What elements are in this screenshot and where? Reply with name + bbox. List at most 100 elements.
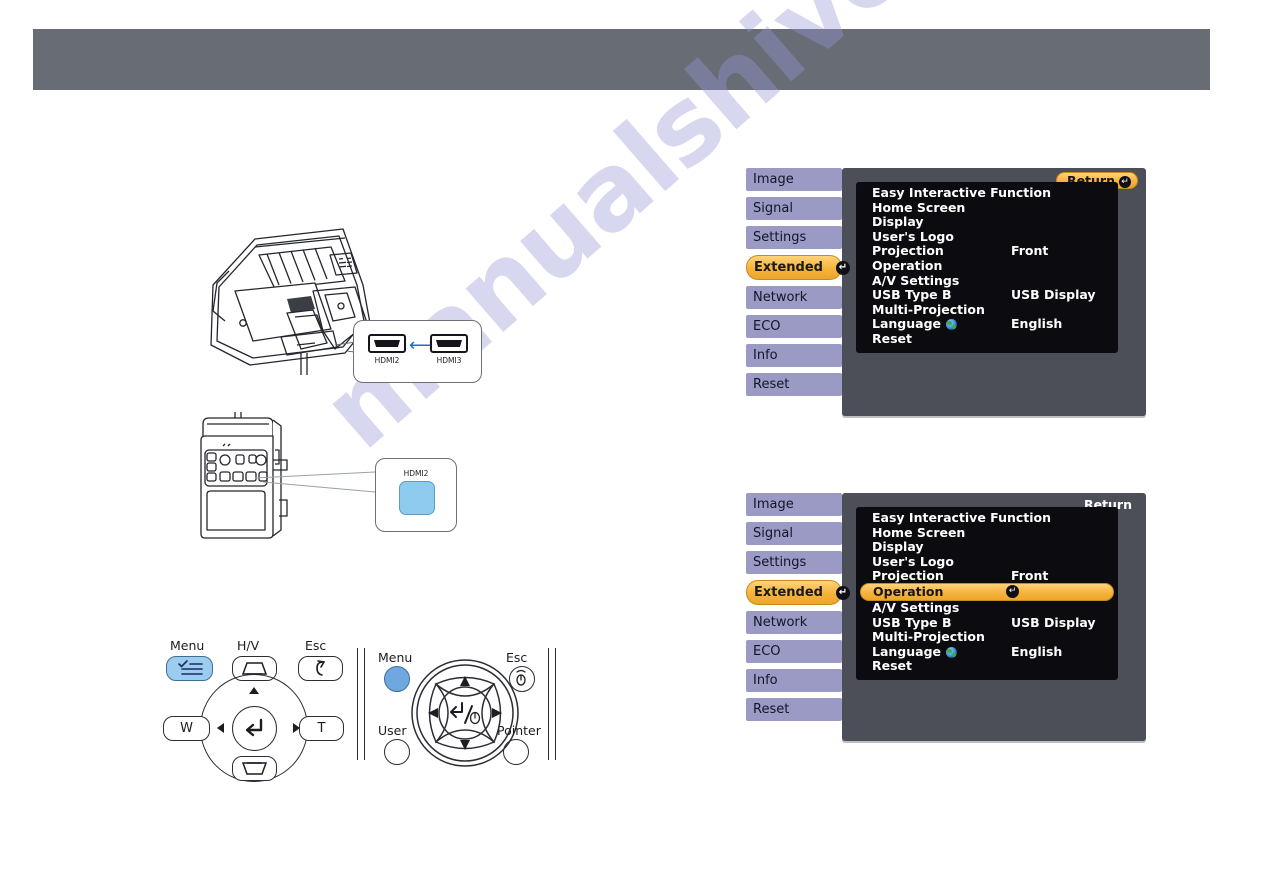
panel-divider-right-2 (555, 648, 557, 760)
globe-icon (946, 646, 957, 658)
enter-key-icon: ↵ (1006, 584, 1019, 598)
osd-menu-extended-operation-selected[interactable]: Return Easy Interactive Function Home Scr… (746, 493, 1150, 741)
osd-panel: Return ↵ Easy Interactive Function Home Sc… (842, 168, 1146, 416)
control-panel-tele-key[interactable]: T (299, 716, 344, 741)
control-panel-left-arrow-icon[interactable] (217, 723, 224, 733)
osd-tab-label: Image (753, 497, 794, 512)
osd-item-a-v-settings[interactable]: A/V Settings (856, 599, 1118, 616)
osd-menu-extended-overview[interactable]: Return ↵ Easy Interactive Function Home Sc… (746, 168, 1150, 416)
menu-list-icon (178, 660, 203, 675)
osd-item-label: A/V Settings (872, 599, 960, 615)
osd-item-value: USB Display (1011, 287, 1096, 303)
osd-item-home-screen[interactable]: Home Screen (856, 199, 1118, 216)
osd-tab-label: Settings (753, 230, 807, 245)
osd-tab-reset[interactable]: Reset (746, 373, 842, 396)
osd-tab-settings[interactable]: Settings (746, 551, 842, 574)
control-panel-esc-key[interactable] (298, 656, 343, 681)
osd-item-multi-projection[interactable]: Multi-Projection (856, 630, 1118, 645)
control-panel-up-arrow-icon[interactable] (249, 687, 259, 694)
panel-divider-left (357, 648, 359, 760)
remote-menu-label: Menu (378, 650, 413, 665)
osd-item-list: Easy Interactive Function Home Screen Disp… (856, 182, 1118, 353)
enter-key-icon: ↵ (836, 260, 850, 275)
osd-tab-image[interactable]: Image (746, 168, 842, 191)
globe-icon (946, 319, 957, 331)
osd-item-value: USB Display (1011, 614, 1096, 630)
osd-item-multi-projection[interactable]: Multi-Projection (856, 301, 1118, 318)
panel-divider-left-2 (364, 648, 366, 760)
osd-item-label: Operation (872, 257, 943, 273)
osd-tab-reset[interactable]: Reset (746, 698, 842, 721)
osd-tab-settings[interactable]: Settings (746, 226, 842, 249)
osd-item-user-s-logo[interactable]: User's Logo (856, 553, 1118, 570)
esc-return-icon (316, 660, 326, 676)
osd-tab-signal[interactable]: Signal (746, 522, 842, 545)
remote-user-button[interactable] (384, 739, 410, 765)
hdmi3-port-icon (430, 334, 468, 353)
osd-item-usb-type-b[interactable]: USB Type B USB Display (856, 614, 1118, 631)
control-panel-wide-key[interactable]: W (163, 716, 210, 741)
osd-item-label: Display (872, 539, 924, 555)
osd-tab-network[interactable]: Network (746, 286, 842, 309)
osd-tab-eco[interactable]: ECO (746, 640, 842, 663)
osd-item-easy-interactive-function[interactable]: Easy Interactive Function (856, 510, 1118, 526)
osd-item-projection[interactable]: Projection Front (856, 569, 1118, 584)
osd-panel: Return Easy Interactive Function Home Scr… (842, 493, 1146, 741)
osd-tab-label: Reset (753, 377, 790, 392)
osd-item-label: Display (872, 214, 924, 230)
osd-item-label: Easy Interactive Function (872, 510, 1052, 525)
osd-tab-label: Signal (753, 526, 793, 541)
osd-tab-info[interactable]: Info (746, 669, 842, 692)
osd-item-display[interactable]: Display (856, 540, 1118, 555)
osd-item-language[interactable]: Language English (856, 317, 1118, 332)
osd-item-operation[interactable]: Operation ↵ (860, 582, 1114, 601)
osd-item-projection[interactable]: Projection Front (856, 244, 1118, 259)
remote-direction-pad[interactable] (410, 658, 520, 768)
remote-control: Menu Esc User Pointer (370, 638, 545, 773)
osd-item-easy-interactive-function[interactable]: Easy Interactive Function (856, 185, 1118, 201)
osd-item-label: Easy Interactive Function (872, 185, 1052, 200)
osd-item-home-screen[interactable]: Home Screen (856, 525, 1118, 541)
control-box-diagram (195, 412, 376, 557)
control-box-illustration (200, 412, 376, 539)
control-panel-menu-key[interactable] (166, 656, 213, 681)
osd-tab-eco[interactable]: ECO (746, 315, 842, 338)
osd-tab-signal[interactable]: Signal (746, 197, 842, 220)
osd-item-label: Projection (872, 568, 944, 584)
osd-item-label: User's Logo (872, 553, 954, 569)
osd-tab-list[interactable]: Image Signal Settings Extended ↵ Network ECO In… (746, 493, 850, 727)
osd-tab-label: Info (753, 673, 778, 688)
panel-divider-right (548, 648, 550, 760)
osd-tab-label: ECO (753, 319, 781, 334)
remote-menu-button[interactable] (384, 666, 410, 692)
osd-item-a-v-settings[interactable]: A/V Settings (856, 273, 1118, 289)
control-panel-esc-label: Esc (305, 638, 327, 653)
osd-tab-label: Signal (753, 201, 793, 216)
control-panel-keystone-down-key[interactable] (232, 756, 277, 781)
osd-tab-image[interactable]: Image (746, 493, 842, 516)
osd-tab-info[interactable]: Info (746, 344, 842, 367)
control-panel-wide-label: W (180, 721, 193, 736)
osd-item-usb-type-b[interactable]: USB Type B USB Display (856, 288, 1118, 303)
hdmi-ports-callout: HDMI2 ⟷ HDMI3 (353, 320, 482, 383)
osd-item-reset[interactable]: Reset (856, 331, 1118, 347)
osd-item-label: Multi-Projection (872, 301, 985, 317)
osd-tab-extended[interactable]: Extended ↵ (746, 580, 850, 605)
osd-tab-list[interactable]: Image Signal Settings Extended ↵ Network ECO In… (746, 168, 850, 402)
osd-item-value: Front (1011, 243, 1049, 259)
osd-item-language[interactable]: Language English (856, 644, 1118, 660)
control-panel-enter-key[interactable] (232, 706, 277, 751)
osd-item-value: Front (1011, 568, 1049, 584)
hdmi2-button-label: HDMI2 (403, 469, 429, 478)
osd-item-list: Easy Interactive Function Home Screen Disp… (856, 507, 1118, 680)
osd-item-operation[interactable]: Operation (856, 257, 1118, 274)
osd-tab-extended[interactable]: Extended ↵ (746, 255, 850, 280)
osd-tab-label: Reset (753, 702, 790, 717)
osd-item-label: Home Screen (872, 199, 966, 215)
osd-item-label: USB Type B (872, 287, 952, 303)
osd-item-reset[interactable]: Reset (856, 659, 1118, 674)
osd-item-display[interactable]: Display (856, 215, 1118, 230)
osd-tab-network[interactable]: Network (746, 611, 842, 634)
remote-user-label: User (378, 723, 407, 738)
osd-item-user-s-logo[interactable]: User's Logo (856, 229, 1118, 245)
